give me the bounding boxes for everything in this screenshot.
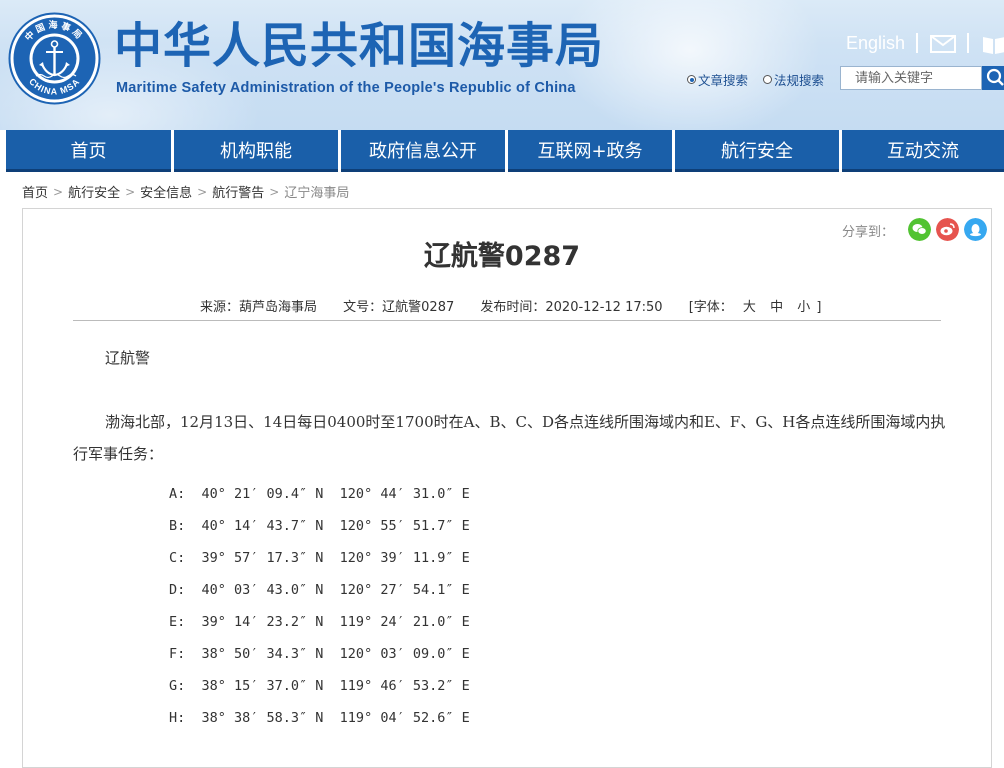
chevron-right-icon: > [197, 184, 208, 199]
coordinate-line-a: A: 40° 21′ 09.4″ N 120° 44′ 31.0″ E [169, 486, 470, 502]
header-divider [967, 33, 969, 53]
meta-divider [73, 320, 941, 321]
article-body-line: 渤海北部，12月13日、14日每日0400时至1700时在A、B、C、D各点连线… [105, 413, 946, 431]
nav-internet-gov[interactable]: 互联网+政务 [508, 130, 672, 172]
coordinate-line-g: G: 38° 15′ 37.0″ N 119° 46′ 53.2″ E [169, 678, 470, 694]
search-button[interactable] [982, 66, 1004, 90]
site-title: 中华人民共和国海事局 [114, 18, 605, 74]
article-container [22, 208, 992, 768]
radio-label: 文章搜索 [698, 73, 749, 88]
radio-law-search[interactable]: 法规搜索 [763, 70, 824, 89]
book-icon[interactable] [981, 33, 1004, 55]
breadcrumb-item-safety-info[interactable]: 安全信息 [140, 186, 192, 201]
chevron-right-icon: > [53, 184, 64, 199]
radio-button[interactable] [763, 75, 772, 84]
english-link[interactable]: English [846, 33, 905, 54]
search-icon [986, 68, 1004, 86]
article-heading: 辽航警 [105, 349, 151, 367]
breadcrumb: 首页 > 航行安全 > 安全信息 > 航行警告 > 辽宁海事局 [22, 182, 349, 202]
article-publish-time: 发布时间：2020-12-12 17:50 [480, 300, 663, 315]
font-size-medium[interactable]: 中 [770, 300, 783, 315]
site-header: 中国海事局 CHINA MSA 中华人民共和国海事局 Maritime Safe… [0, 0, 1004, 130]
mail-icon[interactable] [930, 35, 956, 53]
font-size-small[interactable]: 小 [797, 300, 810, 315]
nav-home[interactable]: 首页 [6, 130, 171, 172]
nav-gov-info[interactable]: 政府信息公开 [341, 130, 505, 172]
coordinate-line-e: E: 39° 14′ 23.2″ N 119° 24′ 21.0″ E [169, 614, 470, 630]
nav-interaction[interactable]: 互动交流 [842, 130, 1004, 172]
article-doc-number: 文号：辽航警0287 [343, 300, 455, 315]
breadcrumb-item-nav-warning[interactable]: 航行警告 [212, 186, 264, 201]
search-input[interactable] [840, 66, 982, 90]
site-subtitle: Maritime Safety Administration of the Pe… [116, 80, 576, 96]
nav-functions[interactable]: 机构职能 [174, 130, 338, 172]
coordinate-line-b: B: 40° 14′ 43.7″ N 120° 55′ 51.7″ E [169, 518, 470, 534]
radio-button[interactable] [687, 75, 696, 84]
breadcrumb-item-navigation-safety[interactable]: 航行安全 [68, 186, 120, 201]
article-body-line: 行军事任务： [73, 445, 164, 463]
coordinate-line-h: H: 38° 38′ 58.3″ N 119° 04′ 52.6″ E [169, 710, 470, 726]
radio-label: 法规搜索 [774, 73, 825, 88]
article-source: 来源：葫芦岛海事局 [200, 300, 318, 315]
chevron-right-icon: > [125, 184, 136, 199]
nav-navigation-safety[interactable]: 航行安全 [675, 130, 839, 172]
msa-logo[interactable]: 中国海事局 CHINA MSA [8, 12, 101, 105]
coordinate-line-c: C: 39° 57′ 17.3″ N 120° 39′ 11.9″ E [169, 550, 470, 566]
chevron-right-icon: > [269, 184, 280, 199]
font-size-label: [字体： [688, 300, 733, 315]
coordinate-line-d: D: 40° 03′ 43.0″ N 120° 27′ 54.1″ E [169, 582, 470, 598]
font-size-end: ] [816, 300, 822, 315]
article-meta: 来源：葫芦岛海事局 文号：辽航警0287 发布时间：2020-12-12 17:… [200, 296, 821, 315]
main-nav: 首页 机构职能 政府信息公开 互联网+政务 航行安全 互动交流 [0, 130, 1004, 172]
radio-article-search[interactable]: 文章搜索 [687, 70, 748, 89]
breadcrumb-item-home[interactable]: 首页 [22, 186, 48, 201]
font-size-large[interactable]: 大 [743, 300, 756, 315]
article-title: 辽航警0287 [423, 241, 581, 272]
coordinate-line-f: F: 38° 50′ 34.3″ N 120° 03′ 09.0″ E [169, 646, 470, 662]
breadcrumb-item-liaoning[interactable]: 辽宁海事局 [284, 186, 349, 201]
header-divider [916, 33, 918, 53]
